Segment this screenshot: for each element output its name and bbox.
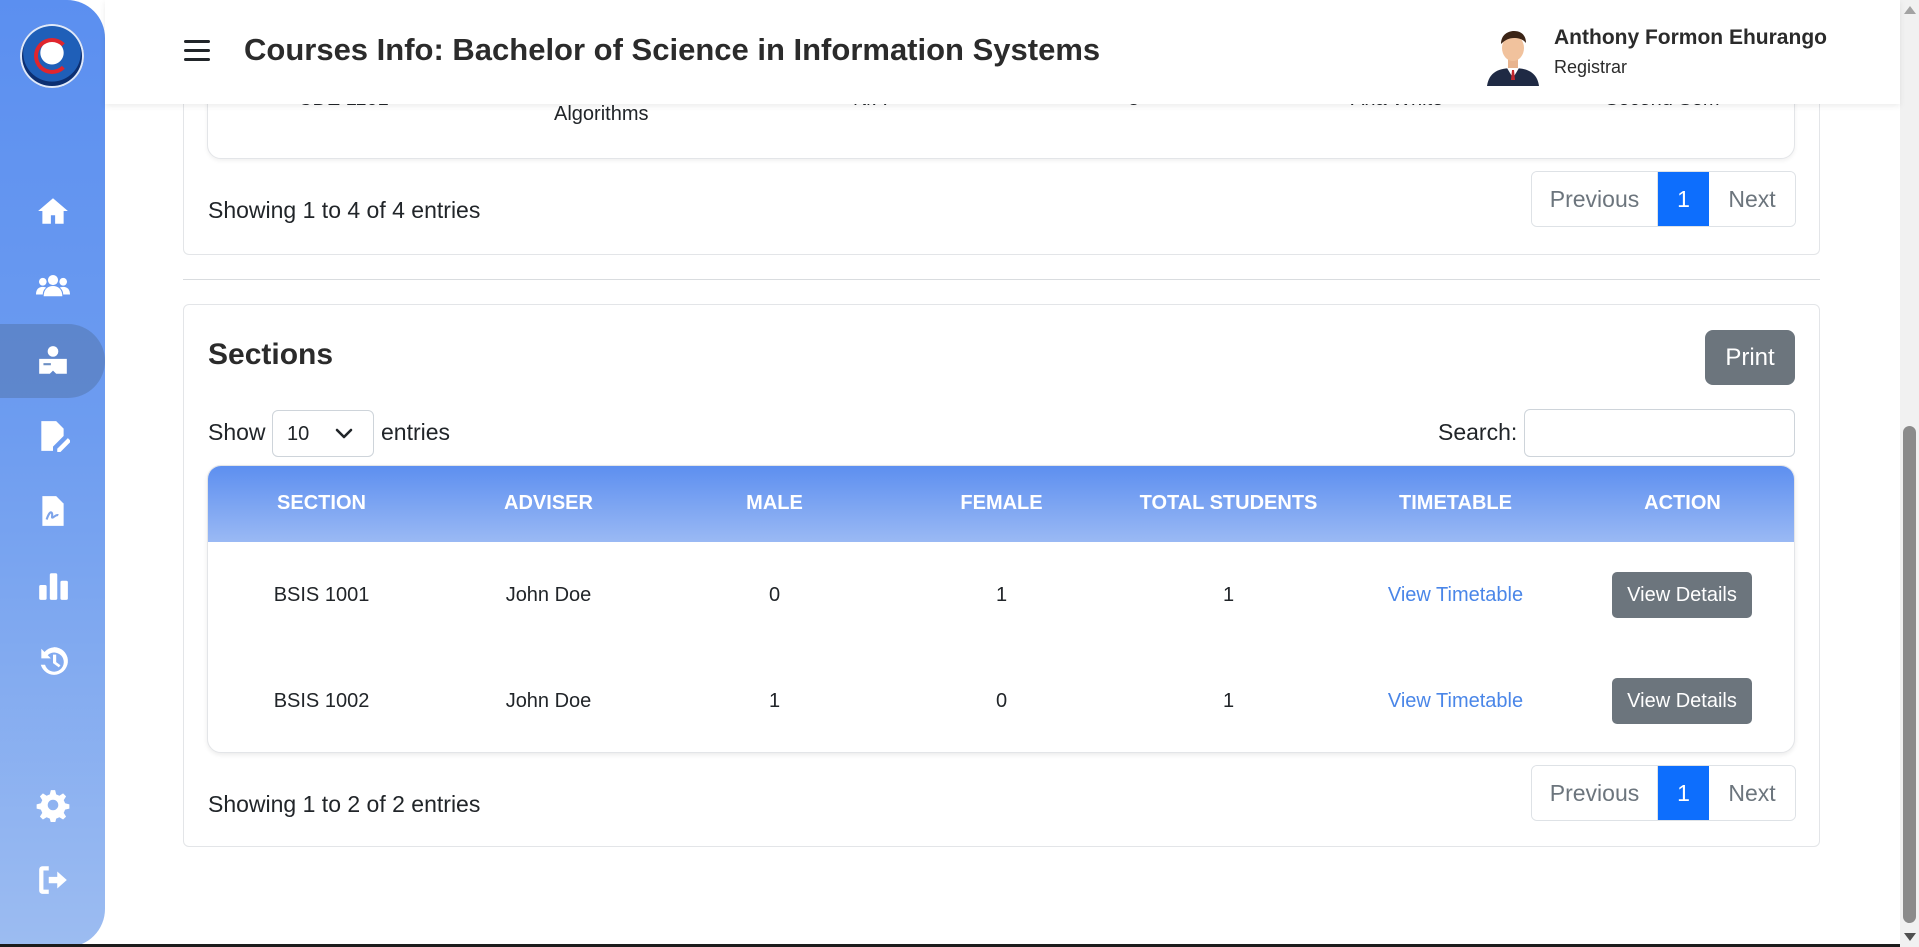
next-page-button[interactable]: Next [1709, 766, 1795, 820]
top-header: Courses Info: Bachelor of Science in Inf… [105, 0, 1900, 104]
sections-table: SECTION ADVISER MALE FEMALE TOTAL STUDEN… [207, 465, 1795, 753]
page-size-select[interactable]: 10 [272, 410, 374, 457]
cell-male: 0 [768, 584, 781, 606]
file-edit-icon [40, 421, 70, 452]
section-divider [183, 279, 1820, 280]
scroll-down-arrow-icon[interactable] [1904, 933, 1916, 941]
cell-adviser: John Doe [505, 584, 592, 606]
cell-adviser: John Doe [505, 690, 592, 712]
vertical-scrollbar[interactable] [1900, 0, 1919, 947]
cell-total: 1 [1222, 690, 1235, 712]
column-header-section[interactable]: SECTION [208, 492, 435, 515]
previous-page-button[interactable]: Previous [1532, 172, 1658, 226]
sidebar-item-forms[interactable] [0, 399, 105, 473]
view-timetable-link[interactable]: View Timetable [1342, 584, 1569, 607]
sections-entries-info: Showing 1 to 2 of 2 entries [208, 791, 481, 817]
gear-icon [36, 790, 69, 822]
previous-page-button[interactable]: Previous [1532, 766, 1658, 820]
column-header-adviser[interactable]: ADVISER [435, 492, 662, 515]
cell-female: 0 [995, 690, 1008, 712]
next-page-button[interactable]: Next [1709, 172, 1795, 226]
cell-section: BSIS 1002 [273, 690, 370, 712]
search-label: Search: [1438, 419, 1518, 445]
view-details-button[interactable]: View Details [1612, 678, 1752, 724]
sidebar-item-users[interactable] [0, 249, 105, 323]
table-cell: Algorithms [554, 103, 649, 125]
school-logo [20, 24, 84, 88]
sidebar-item-logout[interactable] [0, 843, 105, 917]
sidebar-item-settings[interactable] [0, 768, 105, 842]
courses-entries-info: Showing 1 to 4 of 4 entries [208, 197, 481, 223]
courses-pagination: Previous 1 Next [1531, 171, 1796, 227]
view-details-button[interactable]: View Details [1612, 572, 1752, 618]
user-role: Registrar [1554, 57, 1628, 77]
cell-male: 1 [768, 690, 781, 712]
avatar[interactable] [1483, 26, 1543, 86]
table-header: SECTION ADVISER MALE FEMALE TOTAL STUDEN… [208, 466, 1794, 542]
view-timetable-link[interactable]: View Timetable [1342, 690, 1569, 713]
column-header-action[interactable]: ACTION [1569, 492, 1794, 515]
users-icon [35, 274, 70, 297]
sidebar-item-home[interactable] [0, 174, 105, 248]
courses-icon [38, 346, 67, 374]
column-header-timetable[interactable]: TIMETABLE [1342, 492, 1569, 515]
entries-label: entries [381, 419, 451, 445]
sidebar [0, 0, 105, 947]
scroll-up-arrow-icon[interactable] [1904, 6, 1916, 14]
page-size-value: 10 [287, 423, 310, 445]
show-label: Show [208, 419, 266, 445]
user-name: Anthony Formon Ehurango [1554, 26, 1827, 49]
file-signature-icon [41, 496, 64, 526]
bar-chart-icon [38, 573, 68, 600]
sidebar-item-reports[interactable] [0, 549, 105, 623]
page-1-button[interactable]: 1 [1658, 172, 1709, 226]
column-header-total[interactable]: TOTAL STUDENTS [1115, 492, 1342, 515]
chevron-down-icon [335, 428, 353, 439]
column-header-female[interactable]: FEMALE [888, 492, 1115, 515]
cell-total: 1 [1222, 584, 1235, 606]
home-icon [37, 198, 68, 224]
logout-icon [38, 866, 67, 894]
search-input[interactable] [1524, 409, 1795, 457]
cell-section: BSIS 1001 [273, 584, 370, 606]
scroll-thumb[interactable] [1903, 426, 1916, 923]
sidebar-item-history[interactable] [0, 624, 105, 698]
print-button[interactable]: Print [1705, 330, 1795, 385]
menu-toggle-icon[interactable] [184, 40, 210, 62]
page-title: Courses Info: Bachelor of Science in Inf… [244, 32, 1101, 67]
sidebar-item-documents[interactable] [0, 474, 105, 548]
sidebar-item-courses[interactable] [0, 324, 105, 398]
cell-female: 1 [995, 584, 1008, 606]
sections-pagination: Previous 1 Next [1531, 765, 1796, 821]
app-window: Courses Info: Bachelor of Science in Inf… [0, 0, 1919, 947]
column-header-male[interactable]: MALE [661, 492, 888, 515]
page-1-button[interactable]: 1 [1658, 766, 1709, 820]
sections-title: Sections [208, 338, 334, 371]
history-icon [40, 647, 68, 675]
